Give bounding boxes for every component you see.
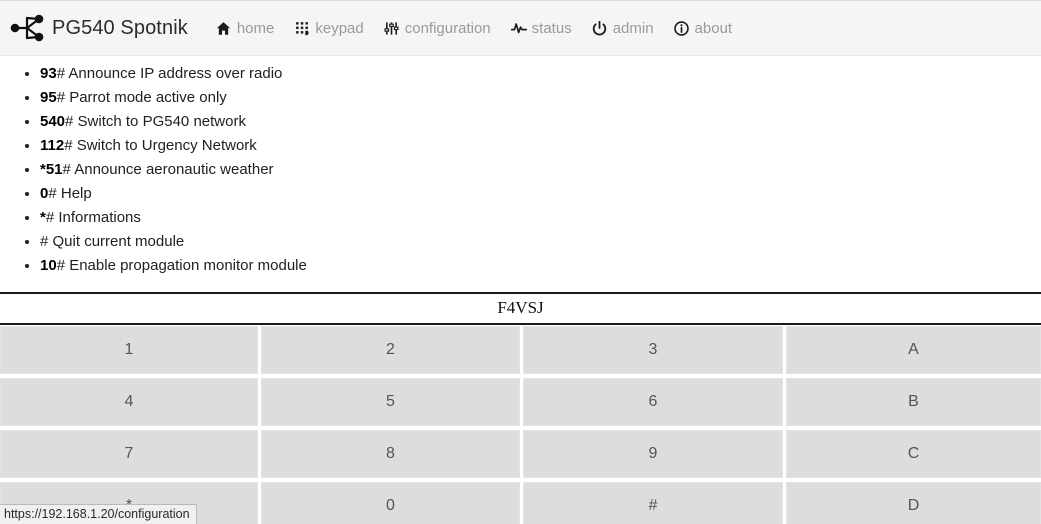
command-suffix: # bbox=[40, 233, 53, 250]
keypad-key-3[interactable]: 3 bbox=[523, 326, 783, 374]
list-item: *# Informations bbox=[40, 206, 1041, 230]
nav-label-keypad: keypad bbox=[315, 19, 364, 37]
command-code: 95 bbox=[40, 89, 57, 106]
dtmf-keypad: 1 2 3 A 4 5 6 B 7 8 9 C * 0 # D bbox=[0, 323, 1041, 524]
info-circle-icon bbox=[674, 20, 690, 36]
command-suffix: # bbox=[62, 161, 75, 178]
nav-label-about: about bbox=[694, 19, 733, 37]
command-suffix: # bbox=[48, 185, 61, 202]
command-description: Announce aeronautic weather bbox=[74, 161, 274, 178]
command-suffix: # bbox=[64, 137, 77, 154]
keypad-row: 4 5 6 B bbox=[0, 378, 1041, 426]
nav-item-about[interactable]: about bbox=[664, 20, 743, 37]
list-item: # Quit current module bbox=[40, 230, 1041, 254]
list-item: 93# Announce IP address over radio bbox=[40, 62, 1041, 86]
command-description: Announce IP address over radio bbox=[68, 65, 283, 82]
command-code: *51 bbox=[40, 161, 63, 178]
nav-item-status[interactable]: status bbox=[501, 20, 582, 37]
keypad-row: 1 2 3 A bbox=[0, 326, 1041, 374]
nav-item-home[interactable]: home bbox=[206, 20, 285, 37]
command-suffix: # bbox=[56, 89, 70, 106]
nav-label-configuration: configuration bbox=[404, 19, 491, 37]
command-description: Informations bbox=[58, 209, 141, 226]
keypad-key-D[interactable]: D bbox=[786, 482, 1041, 524]
primary-nav: home keypad configuration status admin a… bbox=[206, 20, 742, 37]
list-item: 95# Parrot mode active only bbox=[40, 86, 1041, 110]
callsign-label: F4VSJ bbox=[497, 298, 544, 317]
list-item: 540# Switch to PG540 network bbox=[40, 110, 1041, 134]
main-content: 93# Announce IP address over radio 95# P… bbox=[0, 56, 1041, 323]
keypad-dots-icon bbox=[294, 20, 310, 36]
sliders-icon bbox=[384, 20, 400, 36]
pulse-icon bbox=[510, 20, 527, 36]
keypad-key-0[interactable]: 0 bbox=[261, 482, 520, 524]
keypad-key-C[interactable]: C bbox=[786, 430, 1041, 478]
command-description: Switch to Urgency Network bbox=[76, 137, 257, 154]
command-suffix: # bbox=[65, 113, 78, 130]
command-code: 10 bbox=[40, 257, 57, 274]
home-icon bbox=[216, 20, 232, 36]
browser-status-bar-url: https://192.168.1.20/configuration bbox=[0, 504, 197, 524]
command-code: 93 bbox=[40, 65, 57, 82]
nav-label-home: home bbox=[236, 19, 275, 37]
list-item: 112# Switch to Urgency Network bbox=[40, 134, 1041, 158]
keypad-key-hash[interactable]: # bbox=[523, 482, 783, 524]
nav-item-admin[interactable]: admin bbox=[582, 20, 664, 37]
keypad-key-9[interactable]: 9 bbox=[523, 430, 783, 478]
keypad-key-5[interactable]: 5 bbox=[261, 378, 520, 426]
brand-title: PG540 Spotnik bbox=[52, 16, 188, 39]
command-suffix: # bbox=[56, 257, 70, 274]
keypad-row: 7 8 9 C bbox=[0, 430, 1041, 478]
command-description: Enable propagation monitor module bbox=[69, 257, 307, 274]
keypad-key-4[interactable]: 4 bbox=[0, 378, 258, 426]
command-suffix: # bbox=[45, 209, 59, 226]
command-code-list: 93# Announce IP address over radio 95# P… bbox=[0, 62, 1041, 278]
nav-label-status: status bbox=[531, 19, 572, 37]
keypad-key-2[interactable]: 2 bbox=[261, 326, 520, 374]
command-code: 540 bbox=[40, 113, 66, 130]
spotnik-network-logo-icon bbox=[10, 12, 44, 44]
list-item: 0# Help bbox=[40, 182, 1041, 206]
list-item: *51# Announce aeronautic weather bbox=[40, 158, 1041, 182]
brand-link[interactable]: PG540 Spotnik bbox=[10, 12, 188, 44]
keypad-key-7[interactable]: 7 bbox=[0, 430, 258, 478]
power-icon bbox=[592, 20, 608, 36]
command-description: Quit current module bbox=[52, 233, 185, 250]
keypad-key-6[interactable]: 6 bbox=[523, 378, 783, 426]
keypad-key-1[interactable]: 1 bbox=[0, 326, 258, 374]
nav-item-configuration[interactable]: configuration bbox=[374, 20, 501, 37]
keypad-key-A[interactable]: A bbox=[786, 326, 1041, 374]
keypad-key-8[interactable]: 8 bbox=[261, 430, 520, 478]
keypad-key-B[interactable]: B bbox=[786, 378, 1041, 426]
list-item: 10# Enable propagation monitor module bbox=[40, 254, 1041, 278]
command-suffix: # bbox=[56, 65, 69, 82]
nav-label-admin: admin bbox=[612, 19, 654, 37]
top-navbar: PG540 Spotnik home keypad configuration … bbox=[0, 0, 1041, 56]
command-description: Parrot mode active only bbox=[69, 89, 227, 106]
command-description: Switch to PG540 network bbox=[77, 113, 246, 130]
nav-item-keypad[interactable]: keypad bbox=[284, 20, 373, 37]
command-description: Help bbox=[60, 185, 92, 202]
command-code: 112 bbox=[40, 137, 65, 154]
